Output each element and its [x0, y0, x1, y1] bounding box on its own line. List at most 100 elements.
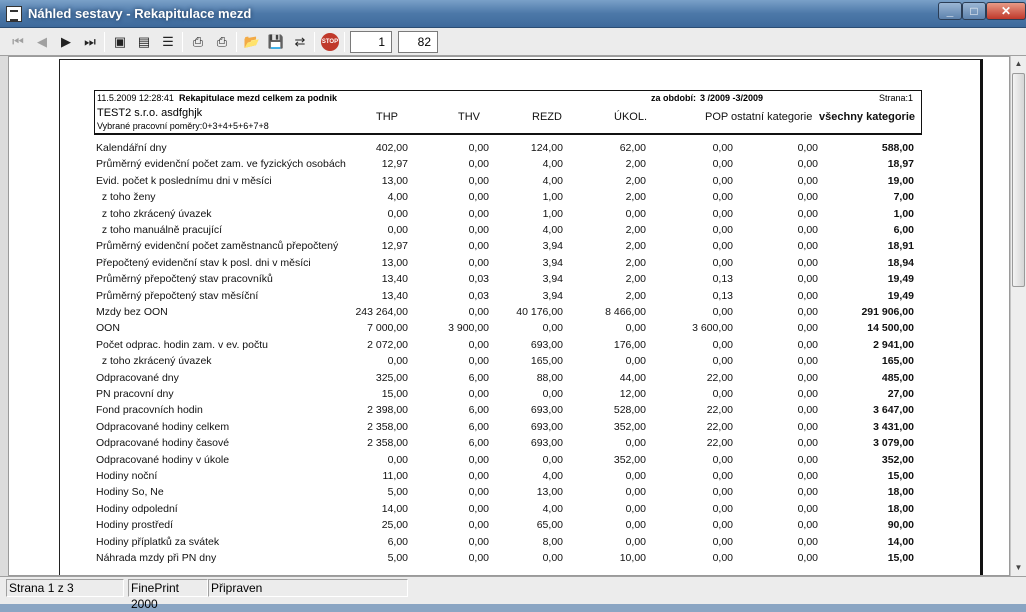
- view-list-icon[interactable]: ☰: [158, 32, 178, 52]
- row-total-cell: 14 500,00: [867, 322, 914, 335]
- table-row: Fond pracovních hodin 2 398,00 6,00 693,00 5…: [96, 404, 926, 420]
- row-value-cell: 2 358,00: [367, 420, 408, 433]
- table-row: Přepočtený evidenční stav k posl. dni v …: [96, 257, 926, 273]
- stop-icon[interactable]: STOP: [321, 33, 339, 51]
- row-value-cell: 0,00: [712, 552, 733, 564]
- row-value-cell: 402,00: [375, 142, 408, 154]
- row-label: z toho manuálně pracující: [96, 224, 223, 236]
- row-value-cell: 0,00: [712, 519, 733, 532]
- row-value-cell: 6,00: [468, 371, 489, 384]
- row-value-cell: 0,00: [797, 256, 818, 269]
- print-icon[interactable]: ⎙: [212, 32, 232, 52]
- row-value-cell: 0,00: [712, 453, 733, 466]
- row-label: Hodiny So, Ne: [96, 486, 164, 499]
- row-value-cell: 3 600,00: [692, 322, 733, 335]
- current-page-input[interactable]: 1: [350, 31, 392, 53]
- row-label: z toho zkrácený úvazek: [96, 207, 212, 220]
- app-icon: [6, 6, 22, 22]
- minimize-button[interactable]: _: [938, 2, 962, 20]
- row-label: Počet odprac. hodin zam. v ev. počtu: [96, 338, 268, 351]
- row-value-cell: 0,00: [797, 535, 818, 548]
- title-bar[interactable]: Náhled sestavy - Rekapitulace mezd _ □ ✕: [0, 0, 1026, 28]
- row-total-cell: 19,49: [887, 289, 914, 302]
- row-value-cell: 88,00: [536, 371, 563, 384]
- view-one-page-icon[interactable]: ▣: [110, 32, 130, 52]
- row-value-cell: 0,00: [625, 355, 646, 368]
- maximize-button[interactable]: □: [962, 2, 986, 20]
- table-row: Průměrný evidenční počet zam. ve fyzický…: [96, 158, 926, 174]
- row-label: Odpracované hodiny časové: [96, 437, 230, 450]
- row-value-cell: 0,00: [712, 207, 733, 220]
- row-value-cell: 124,00: [530, 142, 563, 154]
- row-value-cell: 0,00: [797, 273, 818, 286]
- table-row: z toho zkrácený úvazek 0,00 0,00 165,00 0,00…: [96, 355, 926, 371]
- row-value-cell: 2 398,00: [367, 404, 408, 417]
- scroll-down-icon[interactable]: ▼: [1011, 560, 1026, 576]
- toolbar-separator: [182, 32, 183, 52]
- row-value-cell: 0,00: [387, 355, 408, 368]
- column-header-ukol: ÚKOL.: [614, 111, 648, 123]
- row-value-cell: 0,00: [468, 224, 489, 236]
- row-value-cell: 0,00: [712, 502, 733, 515]
- row-value-cell: 0,00: [797, 437, 818, 450]
- table-row: Hodiny odpolední 14,00 0,00 4,00 0,00 0,00 0,0…: [96, 503, 926, 519]
- row-value-cell: 13,00: [381, 174, 408, 187]
- row-value-cell: 12,97: [381, 158, 408, 171]
- close-button[interactable]: ✕: [986, 2, 1026, 20]
- row-total-cell: 15,00: [887, 470, 914, 482]
- row-value-cell: 0,00: [712, 224, 733, 236]
- table-row: Průměrný evidenční počet zaměstnanců pře…: [96, 240, 926, 256]
- row-value-cell: 0,00: [797, 174, 818, 187]
- row-value-cell: 65,00: [536, 519, 563, 532]
- preview-area[interactable]: 11.5.2009 12:28:41 Rekapitulace mezd cel…: [8, 56, 1010, 576]
- print-setup-icon[interactable]: ⎙: [188, 32, 208, 52]
- save-icon[interactable]: 💾: [266, 32, 286, 52]
- preview-window: Náhled sestavy - Rekapitulace mezd _ □ ✕…: [0, 0, 1026, 611]
- column-header-rezd: REZD: [532, 111, 562, 123]
- vertical-scrollbar[interactable]: ▲ ▼: [1010, 56, 1026, 576]
- row-value-cell: 0,00: [797, 207, 818, 220]
- row-value-cell: 0,00: [542, 388, 563, 400]
- row-value-cell: 4,00: [542, 224, 563, 236]
- page-label: Strana:1: [879, 93, 914, 103]
- row-value-cell: 6,00: [468, 437, 489, 450]
- row-label: Odpracované hodiny celkem: [96, 420, 230, 433]
- row-value-cell: 0,00: [797, 502, 818, 515]
- table-row: Průměrný přepočtený stav pracovníků 13,40…: [96, 273, 926, 289]
- row-total-cell: 15,00: [887, 552, 914, 564]
- row-value-cell: 0,00: [468, 306, 489, 318]
- row-value-cell: 13,40: [381, 273, 408, 286]
- last-page-icon[interactable]: ⏭: [80, 32, 100, 52]
- row-total-cell: 18,91: [887, 240, 914, 253]
- view-two-pages-icon[interactable]: ▤: [134, 32, 154, 52]
- row-value-cell: 6,00: [468, 420, 489, 433]
- toolbar-separator: [314, 32, 315, 52]
- row-value-cell: 0,00: [712, 240, 733, 253]
- row-total-cell: 165,00: [881, 355, 914, 368]
- row-label: Průměrný přepočtený stav pracovníků: [96, 273, 273, 286]
- row-value-cell: 693,00: [530, 338, 563, 351]
- row-value-cell: 0,00: [712, 158, 733, 171]
- row-value-cell: 0,00: [712, 142, 733, 154]
- row-label: Přepočtený evidenční stav k posl. dni v …: [96, 256, 311, 269]
- table-row: Hodiny prostředí 25,00 0,00 65,00 0,00 0,00 0,…: [96, 519, 926, 535]
- row-value-cell: 0,00: [712, 535, 733, 548]
- prev-page-icon[interactable]: ◀: [32, 32, 52, 52]
- report-title: Rekapitulace mezd celkem za podnik: [179, 93, 338, 103]
- open-icon[interactable]: 📂: [242, 32, 262, 52]
- scroll-thumb[interactable]: [1012, 73, 1025, 287]
- row-value-cell: 2,00: [625, 174, 646, 187]
- row-total-cell: 18,97: [887, 158, 914, 171]
- row-label: Odpracované hodiny v úkole: [96, 453, 230, 466]
- table-row: z toho ženy 4,00 0,00 1,00 2,00 0,00 0,00 7,00: [96, 191, 926, 207]
- export-icon[interactable]: ⇄: [290, 32, 310, 52]
- row-value-cell: 22,00: [706, 420, 733, 433]
- report-timestamp: 11.5.2009 12:28:41: [97, 93, 174, 103]
- scroll-up-icon[interactable]: ▲: [1011, 56, 1026, 72]
- row-value-cell: 0,00: [712, 355, 733, 368]
- row-label: PN pracovní dny: [96, 388, 174, 400]
- row-value-cell: 22,00: [706, 404, 733, 417]
- first-page-icon[interactable]: ⏮: [8, 32, 28, 52]
- row-label: Hodiny prostředí: [96, 519, 174, 532]
- next-page-icon[interactable]: ▶: [56, 32, 76, 52]
